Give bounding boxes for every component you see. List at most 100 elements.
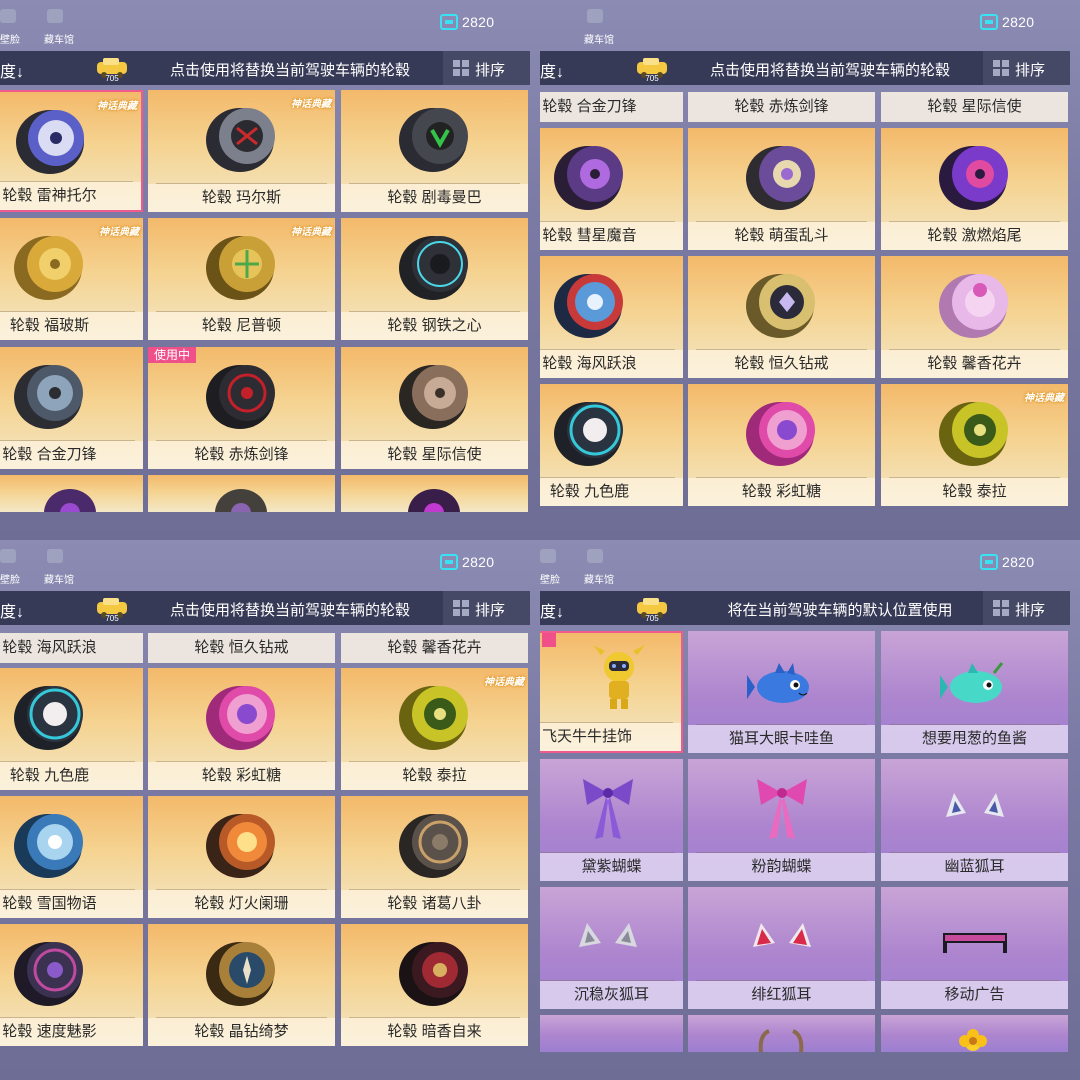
wheel-icon [745,146,815,210]
sort-order-toggle[interactable]: 度↓ [540,598,564,622]
wheel-icon [398,236,468,300]
sort-button[interactable]: 排序 [983,591,1070,625]
item-card-partial[interactable] [881,1015,1068,1052]
top-left-label[interactable]: 壁脸 [0,31,20,46]
sort-order-toggle[interactable]: 度↓ [0,58,24,82]
item-card[interactable]: 幽蓝狐耳 [881,759,1068,881]
item-card[interactable]: 轮毂 灯火阑珊 [148,796,335,918]
hint-text: 点击使用将替换当前驾驶车辆的轮毂 [169,602,410,619]
face-icon[interactable] [0,9,16,23]
item-label: 轮毂 星际信使 [387,446,482,463]
item-label: 轮毂 合金刀锋 [2,446,97,463]
garage-icon[interactable] [47,549,63,563]
sort-button[interactable]: 排序 [983,51,1070,85]
item-card-partial[interactable]: 轮毂 合金刀锋 [540,92,683,122]
item-label: 轮毂 海风跃浪 [542,355,637,372]
face-icon[interactable] [0,549,16,563]
item-card[interactable]: 轮毂 萌蛋乱斗 [688,128,875,250]
item-label: 飞天牛牛挂饰 [542,728,633,745]
item-card[interactable]: 飞天牛牛挂饰 [540,631,683,753]
item-card-partial[interactable] [341,475,528,512]
item-card-partial[interactable] [540,1015,683,1052]
garage-label[interactable]: 藏车馆 [44,31,74,46]
item-card[interactable]: 轮毂 剧毒曼巴 [341,90,528,212]
item-card[interactable]: 神话典藏 轮毂 泰拉 [881,384,1068,506]
item-label: 绯红狐耳 [751,986,812,1003]
sort-button[interactable]: 排序 [443,591,530,625]
item-label: 黛紫蝴蝶 [581,858,642,875]
item-card[interactable]: 轮毂 速度魅影 [0,924,143,1046]
garage-label[interactable]: 藏车馆 [584,31,614,46]
item-card[interactable]: 轮毂 彩虹糖 [148,668,335,790]
grid-icon [453,600,469,616]
item-card-partial[interactable]: 轮毂 恒久钻戒 [148,633,335,663]
top-left-label[interactable]: 壁脸 [0,571,20,586]
item-card[interactable]: 轮毂 晶钻绮梦 [148,924,335,1046]
item-label: 轮毂 灯火阑珊 [194,895,289,912]
item-card[interactable]: 轮毂 钢铁之心 [341,218,528,340]
item-label: 轮毂 尼普顿 [201,317,282,334]
item-card[interactable]: 轮毂 海风跃浪 [540,256,683,378]
bow-ornament-icon [756,779,807,839]
item-label: 轮毂 雷神托尔 [2,187,97,204]
garage-label[interactable]: 藏车馆 [44,571,74,586]
item-label: 轮毂 晶钻绮梦 [194,1023,289,1040]
item-card[interactable]: 轮毂 雪国物语 [0,796,143,918]
item-card[interactable]: 想要甩葱的鱼酱 [881,631,1068,753]
item-card[interactable]: 神话典藏 轮毂 雷神托尔 [0,90,143,212]
item-card[interactable]: 轮毂 激燃焰尾 [881,128,1068,250]
sort-button[interactable]: 排序 [443,51,530,85]
item-card[interactable]: 轮毂 馨香花卉 [881,256,1068,378]
item-card-partial[interactable] [148,475,335,512]
item-card[interactable]: 轮毂 合金刀锋 [0,347,143,469]
sort-label: 排序 [1015,602,1046,619]
item-card[interactable]: 轮毂 星际信使 [341,347,528,469]
item-card[interactable]: 神话典藏 轮毂 泰拉 [341,668,528,790]
item-card[interactable]: 轮毂 恒久钻戒 [688,256,875,378]
myth-collection-badge: 神话典藏 [97,101,137,112]
item-card[interactable]: 沉稳灰狐耳 [540,887,683,1009]
wheel-icon [13,814,83,878]
item-card[interactable]: 移动广告 [881,887,1068,1009]
item-card-partial[interactable]: 轮毂 赤炼剑锋 [688,92,875,122]
wheel-icon [745,274,815,338]
item-card[interactable]: 神话典藏 轮毂 福玻斯 [0,218,143,340]
item-card[interactable]: 轮毂 彩虹糖 [688,384,875,506]
item-card[interactable]: 使用中 轮毂 赤炼剑锋 [148,347,335,469]
item-card-partial[interactable]: 轮毂 星际信使 [881,92,1068,122]
sort-order-toggle[interactable]: 度↓ [0,598,24,622]
item-card-partial[interactable]: 轮毂 馨香花卉 [341,633,528,663]
car-badge-icon: 705 [637,58,667,82]
item-card-partial[interactable] [688,1015,875,1052]
item-card[interactable]: 神话典藏 轮毂 玛尔斯 [148,90,335,212]
item-label: 轮毂 馨香花卉 [927,355,1022,372]
item-card[interactable]: 粉韵蝴蝶 [688,759,875,881]
item-card[interactable]: 轮毂 九色鹿 [540,384,683,506]
garage-icon[interactable] [47,9,63,23]
face-icon[interactable] [540,549,556,563]
fox-ears-ornament-icon [945,793,1004,817]
item-card-partial[interactable] [0,475,143,512]
panel-wheels-page-3: 壁脸 藏车馆 2820 度↓ 705 点击使用将替换当前驾驶车辆的轮毂 排序 轮… [0,540,540,1080]
garage-icon[interactable] [587,9,603,23]
item-card[interactable]: 黛紫蝴蝶 [540,759,683,881]
wheel-icon [398,942,468,1006]
item-card[interactable]: 轮毂 九色鹿 [0,668,143,790]
item-card[interactable]: 轮毂 诸葛八卦 [341,796,528,918]
garage-label[interactable]: 藏车馆 [584,571,614,586]
item-card[interactable]: 神话典藏 轮毂 尼普顿 [148,218,335,340]
item-card-partial[interactable]: 轮毂 海风跃浪 [0,633,143,663]
item-card[interactable]: 猫耳大眼卡哇鱼 [688,631,875,753]
garage-icon[interactable] [587,549,603,563]
item-card[interactable]: 轮毂 彗星魔音 [540,128,683,250]
top-left-label[interactable]: 壁脸 [540,571,560,586]
item-card[interactable]: 轮毂 暗香自来 [341,924,528,1046]
top-bar: 壁脸 藏车馆 2820 [540,540,1080,588]
grid-icon [993,600,1009,616]
item-card[interactable]: 绯红狐耳 [688,887,875,1009]
wheel-icon [44,489,96,512]
sort-order-toggle[interactable]: 度↓ [540,58,564,82]
myth-collection-badge: 神话典藏 [291,99,331,110]
car-badge-icon: 705 [97,58,127,82]
item-label: 轮毂 福玻斯 [9,317,90,334]
